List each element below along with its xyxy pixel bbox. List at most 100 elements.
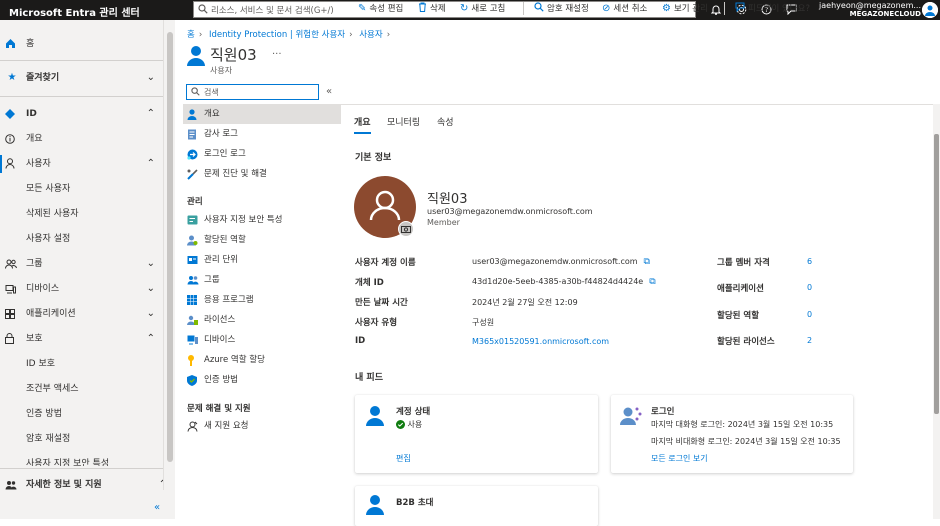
nav-devices[interactable]: 디바이스 ⌄: [0, 277, 163, 301]
field-label-object-id: 개체 ID: [355, 278, 384, 288]
menu-admin-units[interactable]: 관리 단위: [183, 250, 341, 270]
bell-icon[interactable]: [711, 4, 721, 15]
nav-groups[interactable]: 그룹 ⌄: [0, 252, 163, 276]
device-icon: [5, 277, 19, 294]
revoke-sessions-button[interactable]: ⊘ 세션 취소: [602, 0, 647, 17]
check-circle-icon: [396, 420, 405, 429]
search-icon: [191, 87, 200, 96]
nav-overview[interactable]: 개요: [0, 127, 163, 151]
scrollbar-thumb[interactable]: [167, 32, 173, 462]
stat-value-assigned-roles[interactable]: 0: [807, 310, 812, 319]
menu-diagnose[interactable]: 문제 진단 및 해결: [183, 164, 341, 184]
content-scrollbar[interactable]: [933, 104, 940, 519]
chevron-down-icon: ⌄: [146, 72, 155, 83]
copy-icon[interactable]: ⧉: [649, 277, 655, 287]
nav-divider: [0, 96, 163, 97]
stat-value-applications[interactable]: 0: [807, 283, 812, 292]
menu-section-support: 문제 해결 및 지원: [187, 404, 251, 414]
edit-properties-button[interactable]: ✎ 속성 편집: [358, 0, 403, 17]
nav-custom-security-label: 사용자 지정 보안 특성: [26, 459, 110, 466]
menu-groups-label: 그룹: [204, 275, 220, 285]
scrollbar-thumb[interactable]: [934, 134, 939, 414]
chevron-up-icon: ⌃: [146, 333, 155, 344]
tab-monitoring[interactable]: 모니터링: [387, 115, 420, 128]
menu-audit-logs[interactable]: 감사 로그: [183, 124, 341, 144]
nav-deleted-users[interactable]: 삭제된 사용자: [0, 202, 163, 226]
stat-value-assigned-licenses[interactable]: 2: [807, 336, 812, 345]
feedback-button[interactable]: 피드백이 있나요?: [735, 0, 810, 17]
last-interactive-signin: 마지막 대화형 로그인: 2024년 3월 15일 오전 10:35: [651, 420, 834, 429]
nav-conditional-access[interactable]: 조건부 액세스: [0, 377, 163, 401]
tab-properties[interactable]: 속성: [437, 115, 454, 128]
toolbar-separator: [523, 2, 524, 15]
account-status-text: 사용: [407, 420, 423, 429]
field-value-identity[interactable]: M365x01520591.onmicrosoft.com: [472, 337, 609, 346]
nav-custom-security[interactable]: 사용자 지정 보안 특성: [0, 452, 163, 466]
view-all-signins-link[interactable]: 모든 로그인 보기: [651, 453, 708, 464]
menu-signin-logs-label: 로그인 로그: [204, 149, 246, 159]
camera-icon[interactable]: [398, 221, 414, 237]
menu-azure-role-assignments[interactable]: Azure 역할 할당: [183, 350, 341, 370]
menu-overview[interactable]: 개요: [183, 104, 341, 124]
nav-favorites[interactable]: ★ 즐겨찾기 ⌄: [0, 66, 163, 90]
refresh-button[interactable]: ↻ 새로 고침: [460, 0, 505, 17]
nav-users[interactable]: 사용자 ⌃: [0, 152, 163, 176]
resource-search-input[interactable]: 검색: [186, 84, 319, 100]
field-label-upn: 사용자 계정 이름: [355, 258, 416, 268]
stat-label-applications: 애플리케이션: [717, 284, 764, 294]
collapse-menu-button[interactable]: «: [326, 86, 332, 97]
nav-learn-support[interactable]: 자세한 정보 및 지원 ⌃: [0, 473, 175, 497]
nav-all-users[interactable]: 모든 사용자: [0, 177, 163, 201]
nav-learn-support-label: 자세한 정보 및 지원: [26, 480, 102, 490]
nav-protection-label: 보호: [26, 334, 43, 344]
more-options-button[interactable]: ···: [272, 49, 282, 60]
nav-password-reset[interactable]: 암호 재설정: [0, 427, 163, 451]
reset-password-label: 암호 재설정: [547, 4, 589, 14]
nav-applications[interactable]: 애플리케이션 ⌄: [0, 302, 163, 326]
delete-button[interactable]: 삭제: [418, 0, 446, 17]
refresh-label: 새로 고침: [471, 4, 506, 14]
menu-custom-security[interactable]: 사용자 지정 보안 특성: [183, 210, 341, 230]
support-icon: [187, 416, 200, 432]
pencil-icon: ✎: [358, 3, 367, 14]
reset-password-button[interactable]: 암호 재설정: [534, 0, 589, 17]
page-title: 직원03: [210, 46, 257, 64]
collapse-nav-button[interactable]: «: [154, 502, 160, 513]
nav-id-protection[interactable]: ID 보호: [0, 352, 163, 376]
copy-icon[interactable]: ⧉: [644, 257, 650, 267]
signin-card: 로그인 마지막 대화형 로그인: 2024년 3월 15일 오전 10:35 마…: [611, 395, 853, 473]
nav-identity[interactable]: ID ⌃: [0, 102, 163, 126]
edit-account-status-link[interactable]: 편집: [396, 453, 411, 464]
nav-overview-label: 개요: [26, 134, 43, 144]
feedback-label: 피드백이 있나요?: [748, 4, 810, 14]
field-value-object-id: 43d1d20e-5eeb-4385-a30b-f44824d4424e ⧉: [472, 277, 656, 287]
manage-view-button[interactable]: ⚙ 보기 관리: [662, 0, 708, 17]
menu-new-support-request[interactable]: 새 지원 요청: [183, 416, 341, 436]
menu-devices[interactable]: 디바이스: [183, 330, 341, 350]
shield-icon: [187, 370, 200, 386]
chevron-right-icon: ›: [198, 30, 203, 40]
breadcrumb-home[interactable]: 홈: [187, 30, 195, 40]
menu-audit-logs-label: 감사 로그: [204, 129, 238, 139]
menu-auth-methods[interactable]: 인증 방법: [183, 370, 341, 390]
signin-icon: [187, 144, 200, 160]
menu-assigned-roles-label: 할당된 역할: [204, 235, 246, 245]
account-menu[interactable]: jaehyeon@megazonem... MEGAZONECLOUD: [819, 1, 921, 19]
menu-applications[interactable]: 응용 프로그램: [183, 290, 341, 310]
lock-icon: [5, 327, 19, 344]
menu-signin-logs[interactable]: 로그인 로그: [183, 144, 341, 164]
menu-licenses[interactable]: 라이선스: [183, 310, 341, 330]
nav-home[interactable]: 홈: [0, 32, 163, 56]
brand-title[interactable]: Microsoft Entra 관리 센터: [9, 4, 140, 19]
breadcrumb-user[interactable]: 사용자: [359, 30, 382, 40]
nav-auth-methods[interactable]: 인증 방법: [0, 402, 163, 426]
left-nav-scrollbar[interactable]: [163, 20, 175, 490]
avatar[interactable]: [922, 2, 938, 18]
menu-assigned-roles[interactable]: 할당된 역할: [183, 230, 341, 250]
breadcrumb-identity-protection[interactable]: Identity Protection | 위험한 사용자: [209, 30, 345, 40]
nav-protection[interactable]: 보호 ⌃: [0, 327, 163, 351]
tab-overview[interactable]: 개요: [354, 115, 371, 134]
nav-user-settings[interactable]: 사용자 설정: [0, 227, 163, 251]
menu-groups[interactable]: 그룹: [183, 270, 341, 290]
stat-value-group-memberships[interactable]: 6: [807, 257, 812, 266]
